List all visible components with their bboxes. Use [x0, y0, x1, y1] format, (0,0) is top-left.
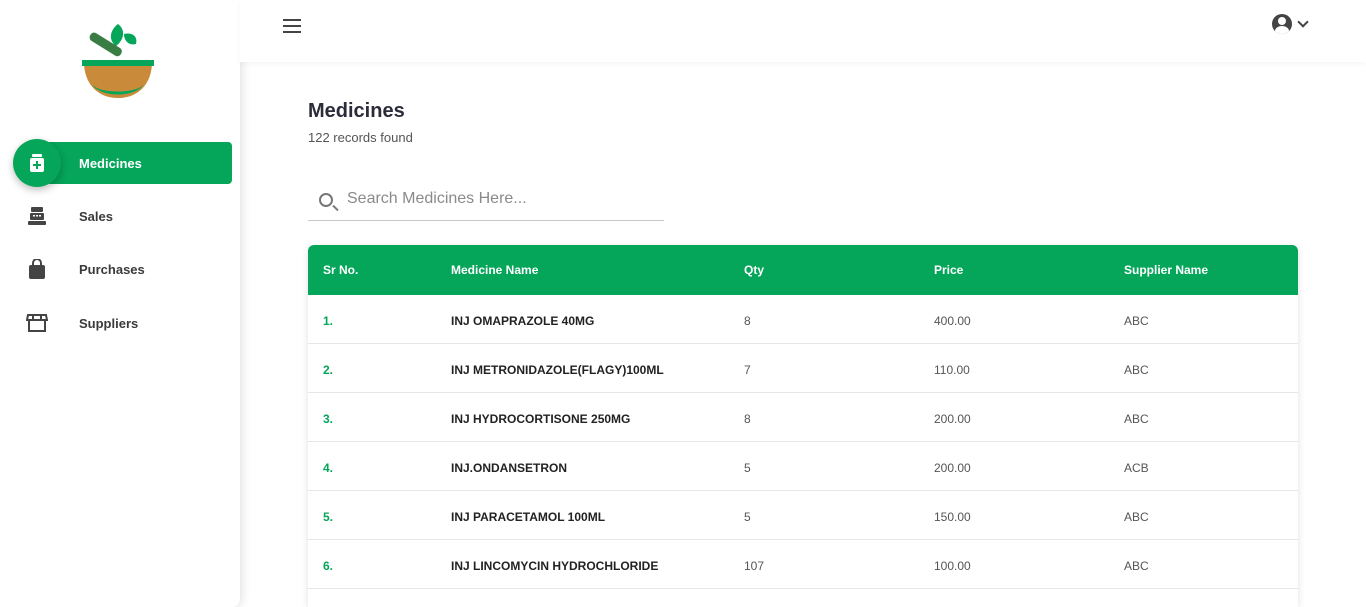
column-header-qty: Qty [744, 263, 765, 277]
supplier-cell: ACB [1124, 461, 1149, 475]
sidebar-item-label: Medicines [79, 155, 142, 171]
sidebar-item-purchases[interactable]: Purchases [0, 248, 240, 290]
supplier-cell: ABC [1124, 314, 1149, 328]
sidebar-item-sales[interactable]: Sales [0, 195, 240, 237]
sidebar-item-label: Purchases [79, 261, 145, 277]
supplier-cell: ABC [1124, 510, 1149, 524]
table-header: Sr No. Medicine Name Qty Price Supplier … [308, 245, 1298, 295]
price-cell: 200.00 [934, 461, 971, 475]
qty-cell: 5 [744, 461, 751, 475]
sidebar-item-medicines[interactable]: Medicines [0, 139, 240, 187]
chevron-down-icon [1297, 16, 1309, 28]
medicine-name-cell: INJ OMAPRAZOLE 40MG [451, 314, 595, 328]
price-cell: 200.00 [934, 412, 971, 426]
price-cell: 150.00 [934, 510, 971, 524]
sr-no-cell: 5. [323, 510, 334, 524]
top-bar [240, 0, 1366, 62]
price-cell: 100.00 [934, 559, 971, 573]
search-icon [319, 193, 333, 207]
sr-no-cell: 1. [323, 314, 334, 328]
supplier-cell: ABC [1124, 559, 1149, 573]
supplier-cell: ABC [1124, 412, 1149, 426]
medicine-bottle-icon [13, 139, 61, 187]
price-cell: 400.00 [934, 314, 971, 328]
table-row[interactable]: 2. INJ METRONIDAZOLE(FLAGY)100ML 7 110.0… [308, 344, 1298, 393]
mortar-and-pestle-logo [80, 20, 156, 104]
sidebar-item-suppliers[interactable]: Suppliers [0, 302, 240, 344]
sr-no-cell: 4. [323, 461, 334, 475]
hamburger-icon[interactable] [283, 19, 301, 33]
search-box [308, 181, 664, 221]
page-title: Medicines [308, 100, 405, 122]
qty-cell: 107 [744, 559, 765, 573]
medicine-name-cell: INJ HYDROCORTISONE 250MG [451, 412, 631, 426]
account-circle-icon [1272, 14, 1292, 34]
table-row[interactable]: 6. INJ LINCOMYCIN HYDROCHLORIDE 107 100.… [308, 540, 1298, 589]
column-header-price: Price [934, 263, 964, 277]
user-menu[interactable] [1272, 14, 1309, 34]
column-header-sr-no: Sr No. [323, 263, 359, 277]
medicine-name-cell: INJ LINCOMYCIN HYDROCHLORIDE [451, 559, 659, 573]
sidebar: Medicines Sales Purchases Suppliers [0, 0, 240, 607]
medicine-name-cell: INJ.ONDANSETRON [451, 461, 568, 475]
column-header-medicine-name: Medicine Name [451, 263, 539, 277]
qty-cell: 7 [744, 363, 751, 377]
table-row[interactable]: 1. INJ OMAPRAZOLE 40MG 8 400.00 ABC [308, 295, 1298, 344]
sr-no-cell: 6. [323, 559, 334, 573]
qty-cell: 5 [744, 510, 751, 524]
qty-cell: 8 [744, 412, 751, 426]
storefront-icon [26, 312, 48, 334]
sr-no-cell: 2. [323, 363, 334, 377]
search-input[interactable] [347, 187, 657, 211]
medicine-name-cell: INJ METRONIDAZOLE(FLAGY)100ML [451, 363, 664, 377]
sidebar-item-label: Sales [79, 208, 113, 224]
price-cell: 110.00 [934, 363, 970, 377]
table-row[interactable]: 4. INJ.ONDANSETRON 5 200.00 ACB [308, 442, 1298, 491]
table-row[interactable]: 3. INJ HYDROCORTISONE 250MG 8 200.00 ABC [308, 393, 1298, 442]
supplier-cell: ABC [1124, 363, 1149, 377]
qty-cell: 8 [744, 314, 751, 328]
table-row[interactable]: 5. INJ PARACETAMOL 100ML 5 150.00 ABC [308, 491, 1298, 540]
medicines-table: Sr No. Medicine Name Qty Price Supplier … [308, 245, 1298, 607]
shopping-bag-icon [26, 258, 48, 280]
medicine-name-cell: INJ PARACETAMOL 100ML [451, 510, 606, 524]
record-count: 122 records found [308, 130, 413, 145]
sidebar-item-label: Suppliers [79, 315, 139, 331]
cash-register-icon [26, 205, 48, 227]
column-header-supplier-name: Supplier Name [1124, 263, 1209, 277]
sr-no-cell: 3. [323, 412, 334, 426]
